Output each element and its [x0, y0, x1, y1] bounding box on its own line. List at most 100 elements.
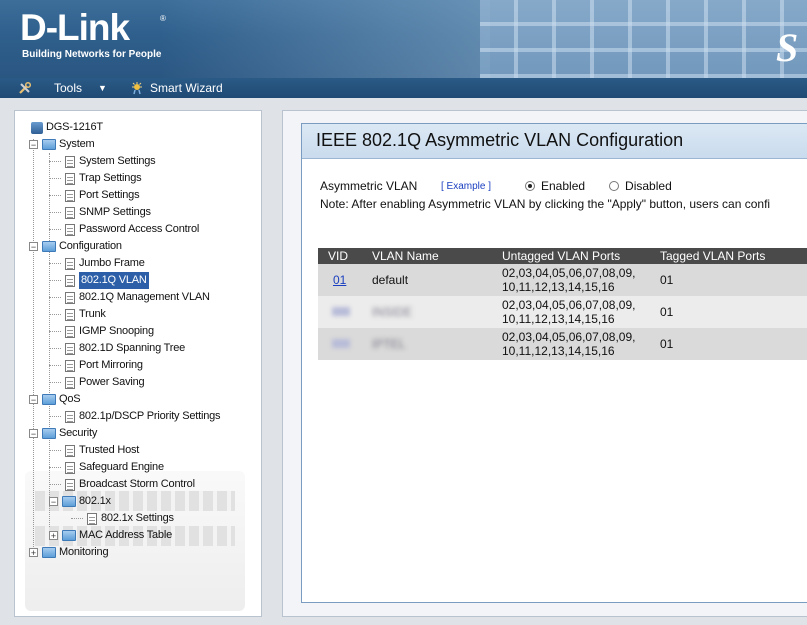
header-vlan-name: VLAN Name	[372, 248, 502, 264]
main-panel: IEEE 802.1Q Asymmetric VLAN Configuratio…	[282, 110, 807, 617]
dlink-logo[interactable]: D-Link ® Building Networks for People	[20, 8, 170, 64]
tree-item-label: System	[59, 138, 95, 150]
tree-item[interactable]: Trap Settings	[65, 170, 142, 187]
vid-cell	[318, 296, 372, 328]
tree-item-label: Safeguard Engine	[79, 461, 164, 473]
page-icon	[65, 478, 75, 491]
tree-item-label: 802.1x Settings	[101, 512, 174, 524]
tree-item-label: QoS	[59, 393, 81, 405]
tree-item-label: 802.1Q VLAN	[79, 272, 149, 289]
apply-note: Note: After enabling Asymmetric VLAN by …	[320, 197, 771, 211]
vlan-name-cell: default	[372, 264, 502, 296]
tree-item-label: 802.1x	[79, 495, 111, 507]
tagged-ports-cell: 01	[660, 264, 807, 296]
tree-connector	[71, 518, 83, 519]
tree-item-label: Monitoring	[59, 546, 109, 558]
tree-item[interactable]: 802.1p/DSCP Priority Settings	[65, 408, 221, 425]
untagged-ports-cell: 02,03,04,05,06,07,08,09, 10,11,12,13,14,1…	[502, 296, 660, 328]
tree-item[interactable]: SNMP Settings	[65, 204, 151, 221]
collapse-icon[interactable]: −	[29, 140, 38, 150]
page-icon	[65, 376, 75, 389]
tagged-ports-cell: 01	[660, 296, 807, 328]
collapse-icon[interactable]: −	[29, 242, 38, 252]
enabled-radio[interactable]	[525, 181, 535, 191]
folder-icon	[42, 547, 56, 558]
disabled-radio[interactable]	[609, 181, 620, 191]
collapse-icon[interactable]: −	[29, 429, 38, 439]
navigation-tree: DGS-1216T − System System Settings Trap Sett…	[14, 110, 262, 617]
folder-icon	[42, 241, 56, 252]
tree-connector	[49, 348, 61, 349]
untagged-ports-line: 02,03,04,05,06,07,08,09,	[502, 266, 636, 280]
tree-item[interactable]: + MAC Address Table	[49, 527, 172, 544]
tree-item[interactable]: − 802.1x	[49, 493, 111, 510]
tree-item[interactable]: Trunk	[65, 306, 106, 323]
chevron-down-icon: ▼	[98, 83, 107, 93]
header-vid: VID	[318, 248, 372, 264]
page-icon	[65, 172, 75, 185]
tools-icon	[19, 81, 32, 94]
tree-item[interactable]: − Configuration	[29, 238, 122, 255]
tree-connector	[49, 297, 61, 298]
example-link[interactable]: [ Example ]	[441, 181, 525, 192]
tree-connector	[33, 139, 34, 547]
page-icon	[65, 342, 75, 355]
tree-item[interactable]: Password Access Control	[65, 221, 199, 238]
collapse-icon[interactable]: −	[49, 497, 58, 507]
expand-icon[interactable]: +	[29, 548, 38, 558]
tree-item[interactable]: System Settings	[65, 153, 156, 170]
tree-item[interactable]: + Monitoring	[29, 544, 109, 561]
tree-connector	[49, 382, 61, 383]
tree-connector	[49, 365, 61, 366]
tree-item[interactable]: Port Settings	[65, 187, 140, 204]
tree-item[interactable]: 802.1Q VLAN	[65, 272, 149, 289]
untagged-ports-line: 10,11,12,13,14,15,16	[502, 344, 615, 358]
page-icon	[65, 257, 75, 270]
tree-item-label: System Settings	[79, 155, 156, 167]
folder-icon	[62, 496, 76, 507]
page-icon	[87, 512, 97, 525]
page-icon	[65, 325, 75, 338]
smart-wizard-menu[interactable]: Smart Wizard	[130, 78, 223, 98]
tools-menu[interactable]: Tools ▼	[18, 78, 107, 98]
tree-item[interactable]: DGS-1216T	[31, 119, 103, 136]
tree-item[interactable]: − QoS	[29, 391, 81, 408]
table-header-row: VID VLAN Name Untagged VLAN Ports Tagged…	[318, 248, 807, 264]
tagged-ports-cell: 01	[660, 328, 807, 360]
obscured-vid-link[interactable]	[332, 339, 350, 348]
page-icon	[65, 206, 75, 219]
tree-item[interactable]: − System	[29, 136, 95, 153]
tree-item[interactable]: Trusted Host	[65, 442, 139, 459]
expand-icon[interactable]: +	[49, 531, 58, 541]
collapse-icon[interactable]: −	[29, 395, 38, 405]
logo-registered-mark: ®	[160, 14, 166, 23]
page-icon	[65, 155, 75, 168]
tree-item[interactable]: 802.1x Settings	[87, 510, 174, 527]
tree-item[interactable]: − Security	[29, 425, 97, 442]
menu-bar: Tools ▼ Smart Wizard	[0, 78, 807, 98]
logo-title: D-Link	[20, 7, 130, 48]
obscured-vid-link[interactable]	[332, 307, 350, 316]
tree-item[interactable]: IGMP Snooping	[65, 323, 154, 340]
vlan-table-body: 01 default 02,03,04,05,06,07,08,09, 10,11,1…	[318, 264, 807, 360]
page-icon	[65, 223, 75, 236]
tree-item[interactable]: Jumbo Frame	[65, 255, 145, 272]
tree-item[interactable]: 802.1Q Management VLAN	[65, 289, 210, 306]
folder-icon	[42, 394, 56, 405]
vid-link[interactable]: 01	[333, 273, 346, 287]
tree-item[interactable]: 802.1D Spanning Tree	[65, 340, 185, 357]
tree-item[interactable]: Port Mirroring	[65, 357, 143, 374]
tree-item-label: 802.1D Spanning Tree	[79, 342, 186, 354]
table-row: 01 default 02,03,04,05,06,07,08,09, 10,11,1…	[318, 264, 807, 296]
tree-item-label: Configuration	[59, 240, 122, 252]
device-icon	[31, 121, 43, 134]
tree-item[interactable]: Power Saving	[65, 374, 145, 391]
tree-connector	[49, 153, 50, 527]
tree-item[interactable]: Safeguard Engine	[65, 459, 164, 476]
header-gradient	[160, 0, 490, 78]
untagged-ports-cell: 02,03,04,05,06,07,08,09, 10,11,12,13,14,1…	[502, 328, 660, 360]
tree-item-label: Jumbo Frame	[79, 257, 145, 269]
tree-item[interactable]: Broadcast Storm Control	[65, 476, 195, 493]
brand-mark: S	[776, 25, 799, 70]
tree-connector	[49, 416, 61, 417]
